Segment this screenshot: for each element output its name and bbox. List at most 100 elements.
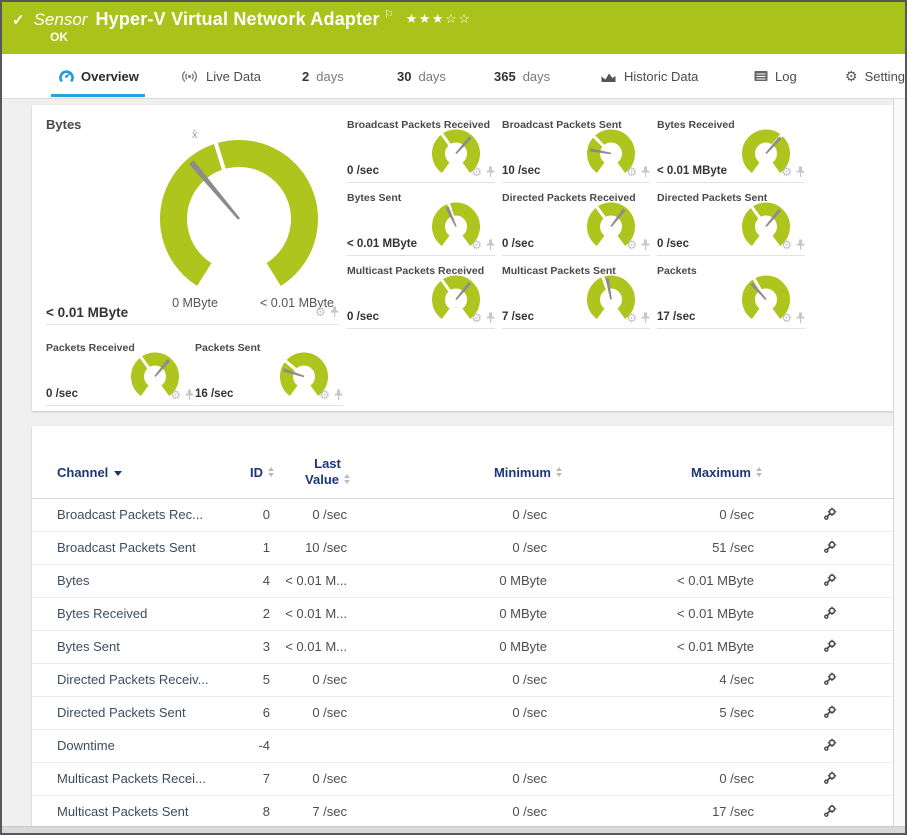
channel-minimum: 0 /sec bbox=[512, 540, 547, 555]
channel-name[interactable]: Directed Packets Receiv... bbox=[57, 672, 208, 687]
channel-settings-button[interactable] bbox=[823, 804, 837, 821]
stars-filled[interactable]: ★★★ bbox=[406, 11, 445, 26]
divider bbox=[46, 405, 194, 406]
channel-name[interactable]: Broadcast Packets Sent bbox=[57, 540, 196, 555]
gear-icon[interactable]: ⚙ bbox=[471, 239, 482, 251]
pin-icon[interactable] bbox=[641, 166, 650, 178]
pin-icon[interactable] bbox=[486, 239, 495, 251]
sensor-header: ✓ Sensor Hyper-V Virtual Network Adapter… bbox=[2, 2, 905, 54]
tab-2-days[interactable]: 2 days bbox=[302, 54, 344, 98]
gear-icon[interactable]: ⚙ bbox=[319, 389, 330, 401]
tab-overview[interactable]: Overview bbox=[59, 54, 139, 98]
divider bbox=[46, 324, 339, 325]
channel-settings-icon bbox=[823, 771, 837, 785]
pin-icon[interactable] bbox=[796, 312, 805, 324]
table-row[interactable]: Downtime-4 bbox=[32, 730, 895, 763]
table-row[interactable]: Bytes Sent3< 0.01 M...0 MByte< 0.01 MByt… bbox=[32, 631, 895, 664]
pin-icon[interactable] bbox=[641, 312, 650, 324]
gauge-cell: Broadcast Packets Sent10 /sec⚙ bbox=[502, 119, 650, 183]
channel-settings-button[interactable] bbox=[823, 771, 837, 788]
gauge-cell-icons: ⚙ bbox=[781, 312, 805, 324]
main-gauge-value: < 0.01 MByte bbox=[46, 305, 128, 320]
channel-settings-icon bbox=[823, 606, 837, 620]
channel-name[interactable]: Broadcast Packets Rec... bbox=[57, 507, 203, 522]
channel-maximum: 5 /sec bbox=[719, 705, 754, 720]
channel-settings-button[interactable] bbox=[823, 672, 837, 689]
tab-30-days[interactable]: 30 days bbox=[397, 54, 446, 98]
pin-icon[interactable] bbox=[486, 312, 495, 324]
divider bbox=[657, 255, 805, 256]
gear-icon[interactable]: ⚙ bbox=[471, 312, 482, 324]
channel-name[interactable]: Bytes Sent bbox=[57, 639, 120, 654]
channel-settings-button[interactable] bbox=[823, 573, 837, 590]
column-header-id[interactable]: ID bbox=[250, 465, 274, 480]
channel-id: 5 bbox=[263, 672, 270, 687]
channel-name[interactable]: Bytes Received bbox=[57, 606, 147, 621]
channel-name[interactable]: Bytes bbox=[57, 573, 90, 588]
stars-empty[interactable]: ☆☆ bbox=[445, 11, 471, 26]
gear-icon[interactable]: ⚙ bbox=[781, 166, 792, 178]
pin-icon[interactable] bbox=[334, 389, 343, 401]
tab-label: days bbox=[418, 69, 445, 84]
channel-settings-button[interactable] bbox=[823, 738, 837, 755]
horizontal-scrollbar[interactable] bbox=[2, 826, 905, 833]
gear-icon[interactable]: ⚙ bbox=[781, 312, 792, 324]
table-row[interactable]: Bytes Received2< 0.01 M...0 MByte< 0.01 … bbox=[32, 598, 895, 631]
column-header-minimum[interactable]: Minimum bbox=[494, 465, 562, 480]
tab-label: Overview bbox=[81, 69, 139, 84]
gauge-title: Bytes Sent bbox=[347, 192, 401, 204]
historic-data-icon bbox=[600, 70, 617, 83]
live-data-icon bbox=[180, 70, 199, 83]
column-header-last-value[interactable]: LastValue bbox=[305, 456, 350, 488]
channel-settings-button[interactable] bbox=[823, 507, 837, 524]
tab-settings[interactable]: ⚙ Settings bbox=[845, 54, 907, 98]
pin-icon[interactable] bbox=[796, 166, 805, 178]
divider bbox=[657, 182, 805, 183]
tab-log[interactable]: Log bbox=[754, 54, 797, 98]
table-row[interactable]: Broadcast Packets Rec...00 /sec0 /sec0 /… bbox=[32, 499, 895, 532]
channel-settings-button[interactable] bbox=[823, 540, 837, 557]
gear-icon[interactable]: ⚙ bbox=[626, 239, 637, 251]
channel-name[interactable]: Directed Packets Sent bbox=[57, 705, 186, 720]
pin-icon[interactable] bbox=[330, 306, 339, 318]
table-row[interactable]: Directed Packets Receiv...50 /sec0 /sec4… bbox=[32, 664, 895, 697]
gear-icon[interactable]: ⚙ bbox=[315, 306, 326, 318]
tab-live-data[interactable]: Live Data bbox=[180, 54, 261, 98]
status-badge: OK bbox=[50, 30, 68, 44]
pin-icon[interactable] bbox=[641, 239, 650, 251]
gear-icon[interactable]: ⚙ bbox=[626, 166, 637, 178]
column-header-maximum[interactable]: Maximum bbox=[691, 465, 762, 480]
table-row[interactable]: Bytes4< 0.01 M...0 MByte< 0.01 MByte bbox=[32, 565, 895, 598]
channel-settings-button[interactable] bbox=[823, 639, 837, 656]
priority-stars[interactable]: ★★★☆☆ bbox=[406, 11, 472, 27]
gear-icon[interactable]: ⚙ bbox=[781, 239, 792, 251]
table-row[interactable]: Multicast Packets Recei...70 /sec0 /sec0… bbox=[32, 763, 895, 796]
gear-icon[interactable]: ⚙ bbox=[471, 166, 482, 178]
table-row[interactable]: Broadcast Packets Sent110 /sec0 /sec51 /… bbox=[32, 532, 895, 565]
flag-icon: ⚐ bbox=[384, 8, 394, 21]
channel-settings-icon bbox=[823, 672, 837, 686]
column-header-channel[interactable]: Channel bbox=[57, 465, 122, 480]
channel-name[interactable]: Downtime bbox=[57, 738, 115, 753]
tab-365-days[interactable]: 365 days bbox=[494, 54, 550, 98]
table-row[interactable]: Directed Packets Sent60 /sec0 /sec5 /sec bbox=[32, 697, 895, 730]
pin-icon[interactable] bbox=[185, 389, 194, 401]
channel-name[interactable]: Multicast Packets Sent bbox=[57, 804, 189, 819]
channel-id: 6 bbox=[263, 705, 270, 720]
gear-icon[interactable]: ⚙ bbox=[626, 312, 637, 324]
table-row[interactable]: Multicast Packets Sent87 /sec0 /sec17 /s… bbox=[32, 796, 895, 828]
tab-label: days bbox=[316, 69, 343, 84]
pin-icon[interactable] bbox=[796, 239, 805, 251]
tab-label: days bbox=[523, 69, 550, 84]
page-title: Hyper-V Virtual Network Adapter bbox=[95, 9, 379, 30]
channel-settings-button[interactable] bbox=[823, 705, 837, 722]
vertical-scrollbar[interactable] bbox=[893, 99, 905, 826]
tab-historic-data[interactable]: Historic Data bbox=[600, 54, 698, 98]
channel-settings-button[interactable] bbox=[823, 606, 837, 623]
channel-maximum: 0 /sec bbox=[719, 507, 754, 522]
pin-icon[interactable] bbox=[486, 166, 495, 178]
gear-icon[interactable]: ⚙ bbox=[170, 389, 181, 401]
channel-last-value: 10 /sec bbox=[305, 540, 347, 555]
tab-label: Settings bbox=[865, 69, 907, 84]
channel-name[interactable]: Multicast Packets Recei... bbox=[57, 771, 206, 786]
